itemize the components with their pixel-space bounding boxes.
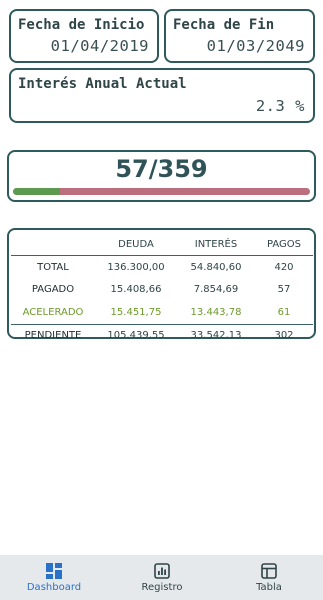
cell-pagos: 61	[277, 306, 291, 318]
interest-value: 2.3 %	[255, 97, 305, 115]
cell-deuda: 136.300,00	[107, 261, 165, 273]
tab-dashboard[interactable]: Dashboard	[4, 555, 104, 600]
end-date-value: 01/03/2049	[206, 37, 305, 55]
header-blank	[11, 233, 95, 256]
bottom-tab-bar: Dashboard Registro Tabla	[0, 555, 323, 600]
start-date-card[interactable]: Fecha de Inicio 01/04/2019	[9, 9, 159, 63]
header-deuda: DEUDA	[95, 233, 177, 256]
dashboard-icon	[46, 563, 62, 579]
table-header-row: DEUDA INTERÉS PAGOS	[11, 233, 313, 256]
cell-pagos: 420	[274, 261, 294, 273]
payments-progress-fill	[13, 188, 61, 195]
end-date-label: Fecha de Fin	[173, 17, 275, 33]
cell-pagos: 302	[255, 323, 313, 347]
payments-progress-track	[13, 188, 310, 195]
row-label: PAGADO	[31, 284, 75, 296]
cell-interes: 33.542,13	[177, 323, 255, 347]
table-icon	[261, 563, 277, 579]
tab-registro-label: Registro	[141, 582, 183, 593]
start-date-label: Fecha de Inicio	[18, 17, 145, 33]
cell-deuda: 15.451,75	[110, 306, 162, 318]
table-row-acelerado: ACELERADO 15.451,75 13.443,78 61	[11, 301, 313, 324]
table-row-pagado: PAGADO 15.408,66 7.854,69 57	[11, 279, 313, 302]
header-interes: INTERÉS	[177, 233, 255, 256]
cell-deuda: 15.408,66	[110, 284, 162, 296]
cell-interes: 13.443,78	[190, 306, 242, 318]
progress-card: 57/359	[7, 150, 316, 202]
tab-registro[interactable]: Registro	[112, 555, 212, 600]
cell-interes: 54.840,60	[190, 261, 242, 273]
header-pagos: PAGOS	[255, 233, 313, 256]
cell-pagos: 57	[277, 284, 291, 296]
cell-interes: 7.854,69	[193, 284, 239, 296]
row-label: ACELERADO	[22, 306, 84, 318]
cell-deuda: 105.439,55	[95, 323, 177, 347]
interest-card[interactable]: Interés Anual Actual 2.3 %	[9, 68, 315, 123]
summary-table: DEUDA INTERÉS PAGOS TOTAL 136.300,00 54.…	[11, 233, 313, 347]
tab-dashboard-label: Dashboard	[26, 582, 82, 593]
tab-tabla-label: Tabla	[256, 582, 282, 593]
table-row-total: TOTAL 136.300,00 54.840,60 420	[11, 256, 313, 279]
row-label: PENDIENTE	[11, 323, 95, 347]
end-date-card[interactable]: Fecha de Fin 01/03/2049	[164, 9, 315, 63]
table-row-pendiente: PENDIENTE 105.439,55 33.542,13 302	[11, 323, 313, 347]
start-date-value: 01/04/2019	[50, 37, 149, 55]
summary-table-card: DEUDA INTERÉS PAGOS TOTAL 136.300,00 54.…	[7, 228, 316, 347]
tab-tabla[interactable]: Tabla	[219, 555, 319, 600]
payments-progress-count: 57/359	[115, 155, 208, 183]
interest-label: Interés Anual Actual	[18, 76, 187, 92]
chart-icon	[154, 563, 170, 579]
row-label: TOTAL	[37, 261, 69, 273]
